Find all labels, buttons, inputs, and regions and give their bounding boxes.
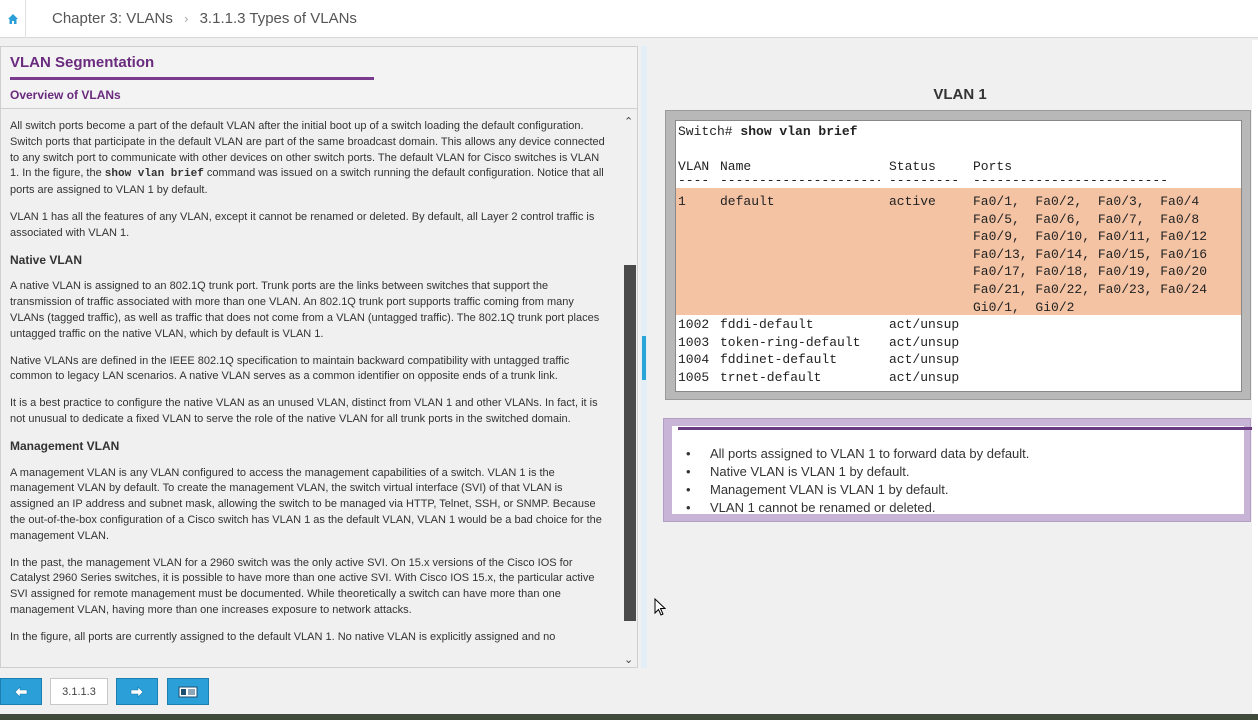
row-vlan: 1002: [678, 317, 710, 332]
page-title: VLAN Segmentation: [10, 54, 155, 71]
chevron-right-icon: ›: [184, 11, 189, 26]
page-subtitle: Overview of VLANs: [10, 88, 121, 102]
terminal-frame: Switch# show vlan brief VLAN Name Status…: [665, 110, 1251, 400]
row-ports: Fa0/1, Fa0/2, Fa0/3, Fa0/4: [973, 194, 1200, 209]
row-vlan: 1004: [678, 352, 710, 368]
notes-box: All ports assigned to VLAN 1 to forward …: [663, 418, 1253, 522]
row-name: fddinet-default: [720, 352, 838, 368]
inline-command: show vlan brief: [104, 168, 204, 181]
previous-button[interactable]: [0, 678, 42, 705]
arrow-right-icon: [130, 685, 144, 698]
breadcrumb: Chapter 3: VLANs › 3.1.1.3 Types of VLAN…: [52, 10, 357, 27]
paragraph: Native VLANs are defined in the IEEE 802…: [10, 354, 570, 383]
breadcrumb-chapter[interactable]: Chapter 3: VLANs: [52, 10, 173, 27]
scroll-up-icon[interactable]: ⌃: [624, 115, 633, 128]
list-item: Management VLAN is VLAN 1 by default.: [686, 481, 1029, 499]
toc-icon: [178, 686, 198, 697]
command: show vlan brief: [740, 124, 858, 139]
prompt: Switch#: [678, 124, 741, 139]
list-item: All ports assigned to VLAN 1 to forward …: [686, 445, 1029, 463]
dash-vlan: ----: [678, 173, 710, 188]
row-name: trnet-default: [720, 369, 822, 385]
row-ports: Fa0/5, Fa0/6, Fa0/7, Fa0/8: [973, 211, 1200, 227]
paragraph: All switch ports become a part of the de…: [10, 119, 609, 199]
paragraph: In the figure, all ports are currently a…: [10, 630, 556, 643]
paragraph: A native VLAN is assigned to an 802.1Q t…: [10, 280, 600, 340]
row-status: act/unsup: [889, 334, 960, 350]
list-item: VLAN 1 cannot be renamed or deleted.: [686, 499, 1029, 517]
title-divider: [10, 77, 374, 80]
header-ports: Ports: [973, 159, 1013, 174]
next-button[interactable]: [116, 678, 158, 705]
scrollbar[interactable]: ⌃ ⌄: [621, 115, 637, 669]
dash-ports: -------------------------------: [973, 173, 1167, 188]
row-name: token-ring-default: [720, 334, 861, 350]
header-status: Status: [889, 159, 936, 174]
scrollbar-thumb[interactable]: [624, 265, 636, 621]
row-ports: Fa0/17, Fa0/18, Fa0/19, Fa0/20: [973, 264, 1208, 280]
row-status: active: [889, 194, 936, 209]
row-ports: Fa0/21, Fa0/22, Fa0/23, Fa0/24: [973, 282, 1208, 297]
scroll-down-icon[interactable]: ⌄: [624, 653, 633, 666]
row-vlan: 1005: [678, 369, 710, 385]
row-status: act/unsup: [889, 352, 960, 368]
row-ports: Fa0/9, Fa0/10, Fa0/11, Fa0/12: [973, 229, 1208, 245]
toc-button[interactable]: [167, 678, 209, 705]
breadcrumb-section: 3.1.1.3 Types of VLANs: [199, 10, 357, 27]
header-name: Name: [720, 159, 752, 174]
section-heading-management-vlan: Management VLAN: [10, 438, 120, 453]
paragraph: It is a best practice to configure the n…: [10, 397, 598, 425]
home-icon: [7, 14, 18, 24]
header-vlan: VLAN: [678, 159, 710, 174]
paragraph: A management VLAN is any VLAN configured…: [10, 466, 602, 542]
row-name: fddi-default: [720, 317, 814, 332]
content-body[interactable]: All switch ports become a part of the de…: [1, 117, 619, 669]
row-status: act/unsup: [889, 369, 960, 385]
row-ports: Fa0/13, Fa0/14, Fa0/15, Fa0/16: [973, 246, 1208, 262]
taskbar: [0, 714, 1258, 720]
notes-list: All ports assigned to VLAN 1 to forward …: [686, 445, 1029, 517]
row-vlan: 1: [678, 194, 686, 209]
arrow-left-icon: [14, 685, 28, 698]
list-item: Native VLAN is VLAN 1 by default.: [686, 463, 1029, 481]
dash-status: ---------: [889, 173, 960, 188]
row-status: act/unsup: [889, 317, 960, 332]
mouse-cursor-icon: [654, 597, 667, 621]
content-header: VLAN Segmentation Overview of VLANs: [1, 47, 637, 109]
home-button[interactable]: [0, 0, 26, 38]
notes-inner: All ports assigned to VLAN 1 to forward …: [672, 426, 1253, 517]
dash-name: --------------------------------: [720, 173, 880, 188]
section-heading-native-vlan: Native VLAN: [10, 252, 83, 267]
row-name: default: [720, 194, 775, 209]
top-bar: Chapter 3: VLANs › 3.1.1.3 Types of VLAN…: [0, 0, 1258, 38]
command-line: Switch# show vlan brief: [678, 123, 857, 141]
terminal-output: Switch# show vlan brief VLAN Name Status…: [675, 120, 1242, 392]
row-ports: Gi0/1, Gi0/2: [973, 299, 1075, 315]
paragraph: VLAN 1 has all the features of any VLAN,…: [10, 210, 595, 239]
figure-title: VLAN 1: [933, 86, 987, 103]
divider-handle[interactable]: [642, 336, 646, 380]
notes-divider: [678, 427, 1253, 430]
row-vlan: 1003: [678, 334, 710, 350]
window-edge: [1252, 40, 1258, 714]
bottom-nav: 3.1.1.3: [0, 668, 1258, 714]
page-number: 3.1.1.3: [50, 678, 108, 705]
paragraph: In the past, the management VLAN for a 2…: [10, 556, 595, 616]
content-panel: VLAN Segmentation Overview of VLANs All …: [0, 46, 638, 668]
